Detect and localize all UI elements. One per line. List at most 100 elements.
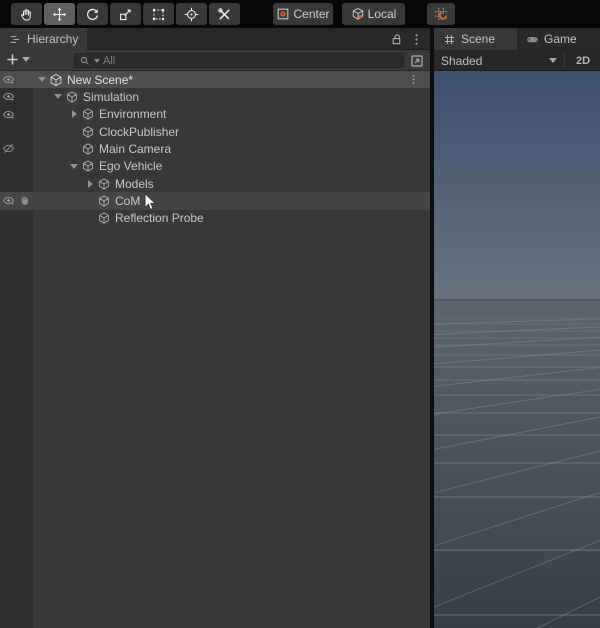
hand-icon [19, 7, 34, 22]
pivot-icon [276, 7, 290, 21]
lock-icon[interactable] [389, 32, 404, 47]
tree-item-simulation[interactable]: Simulation [0, 88, 430, 105]
unity-editor-window: Center Local Hierarchy All New Scene* Si… [0, 0, 600, 628]
tree-item-reflection-probe[interactable]: Reflection Probe [0, 210, 430, 227]
scene-tabstrip: Scene Game [434, 28, 600, 50]
move-icon [52, 7, 67, 22]
cube-icon [81, 159, 95, 173]
wrench-icon [217, 7, 232, 22]
tab-hierarchy-label: Hierarchy [27, 32, 79, 46]
rect-icon [151, 7, 166, 22]
tab-scene[interactable]: Scene [434, 28, 517, 50]
foldout-spacer [67, 142, 81, 156]
tree-item-label: Simulation [83, 89, 140, 104]
foldout-spacer [67, 125, 81, 139]
shading-mode-dropdown[interactable]: Shaded [438, 52, 560, 69]
row-gutter [0, 123, 33, 140]
row-gutter [0, 140, 33, 157]
row-gutter [0, 175, 33, 192]
grid-icon [443, 33, 456, 46]
tree-item-label: Main Camera [99, 141, 172, 156]
foldout-right-icon[interactable] [67, 107, 81, 121]
item-kebab-icon[interactable] [407, 73, 420, 86]
gamepad-icon [526, 33, 539, 46]
search-filter-caret-icon [94, 58, 100, 63]
tab-game[interactable]: Game [517, 28, 600, 50]
eye-icon[interactable] [2, 108, 15, 121]
row-gutter [0, 88, 33, 105]
plus-icon [5, 52, 20, 67]
foldout-spacer [83, 211, 97, 225]
cube-icon [81, 107, 95, 121]
2d-toggle-button[interactable]: 2D [571, 52, 595, 69]
tree-item-new-scene[interactable]: New Scene* [0, 71, 430, 89]
hand-pick-icon[interactable] [18, 194, 31, 207]
pivot-mode-button[interactable]: Center [273, 3, 333, 25]
search-icon [79, 55, 91, 67]
view-tool-button[interactable] [11, 3, 42, 25]
chevron-down-icon [22, 57, 30, 62]
cube-icon [97, 177, 111, 191]
mouse-cursor-icon [144, 193, 157, 212]
eye-icon[interactable] [2, 73, 15, 86]
tree-item-com[interactable]: CoM [0, 192, 430, 212]
tree-item-label: New Scene* [67, 72, 134, 87]
main-toolbar: Center Local [0, 0, 600, 28]
tab-label: Scene [461, 32, 496, 46]
tree-item-clockpublisher[interactable]: ClockPublisher [0, 123, 430, 140]
eye-icon[interactable] [2, 90, 15, 103]
foldout-right-icon[interactable] [83, 177, 97, 191]
tree-item-label: Environment [99, 107, 167, 122]
scale-tool-button[interactable] [110, 3, 141, 25]
scene-viewport[interactable] [434, 71, 600, 628]
tab-label: Game [544, 32, 577, 46]
tree-item-label: ClockPublisher [99, 124, 180, 139]
hierarchy-search-field[interactable] [74, 53, 404, 68]
shading-mode-label: Shaded [441, 53, 483, 68]
tree-item-models[interactable]: Models [0, 175, 430, 192]
cube-icon [81, 125, 95, 139]
open-search-window-icon[interactable] [408, 52, 426, 69]
transform-tool-button[interactable] [176, 3, 207, 25]
tree-item-label: Ego Vehicle [99, 159, 163, 174]
foldout-spacer [83, 194, 97, 208]
chevron-down-icon [549, 58, 557, 63]
foldout-down-icon[interactable] [35, 73, 49, 87]
scene-panel: Scene Game Shaded 2D [434, 28, 600, 628]
transform-icon [184, 7, 199, 22]
rotate-tool-button[interactable] [77, 3, 108, 25]
tree-item-label: CoM [115, 193, 141, 208]
row-gutter [0, 192, 33, 209]
hierarchy-toolbar [0, 50, 430, 71]
toolbar-separator [564, 53, 565, 68]
rect-tool-button[interactable] [143, 3, 174, 25]
tab-hierarchy[interactable]: Hierarchy [0, 28, 88, 50]
row-gutter [0, 106, 33, 123]
rotation-mode-button[interactable]: Local [342, 3, 405, 25]
rotate-icon [85, 7, 100, 22]
hierarchy-menu-kebab-icon[interactable] [409, 32, 424, 47]
rotation-mode-label: Local [367, 7, 397, 21]
row-gutter [0, 210, 33, 227]
cube-icon [97, 211, 111, 225]
foldout-down-icon[interactable] [67, 159, 81, 173]
unity-scene-icon [49, 73, 63, 87]
search-input[interactable] [103, 54, 399, 67]
grid-snap-button[interactable] [427, 3, 455, 25]
cube-icon [97, 194, 111, 208]
scene-toolbar: Shaded 2D [434, 50, 600, 71]
foldout-down-icon[interactable] [51, 90, 65, 104]
tree-item-main-camera[interactable]: Main Camera [0, 140, 430, 157]
create-object-button[interactable] [5, 52, 30, 67]
tree-item-ego-vehicle[interactable]: Ego Vehicle [0, 158, 430, 175]
move-tool-button[interactable] [44, 3, 75, 25]
hierarchy-tree: New Scene* Simulation Environment ClockPubl… [0, 71, 430, 628]
tree-item-label: Reflection Probe [115, 211, 204, 226]
custom-tool-button[interactable] [209, 3, 240, 25]
tree-item-environment[interactable]: Environment [0, 106, 430, 123]
eye-off-icon[interactable] [2, 142, 15, 155]
hierarchy-panel: Hierarchy All New Scene* Simulation Envi… [0, 28, 430, 628]
eye-icon[interactable] [2, 194, 15, 207]
tree-item-label: Models [115, 176, 154, 191]
cube-icon [81, 142, 95, 156]
